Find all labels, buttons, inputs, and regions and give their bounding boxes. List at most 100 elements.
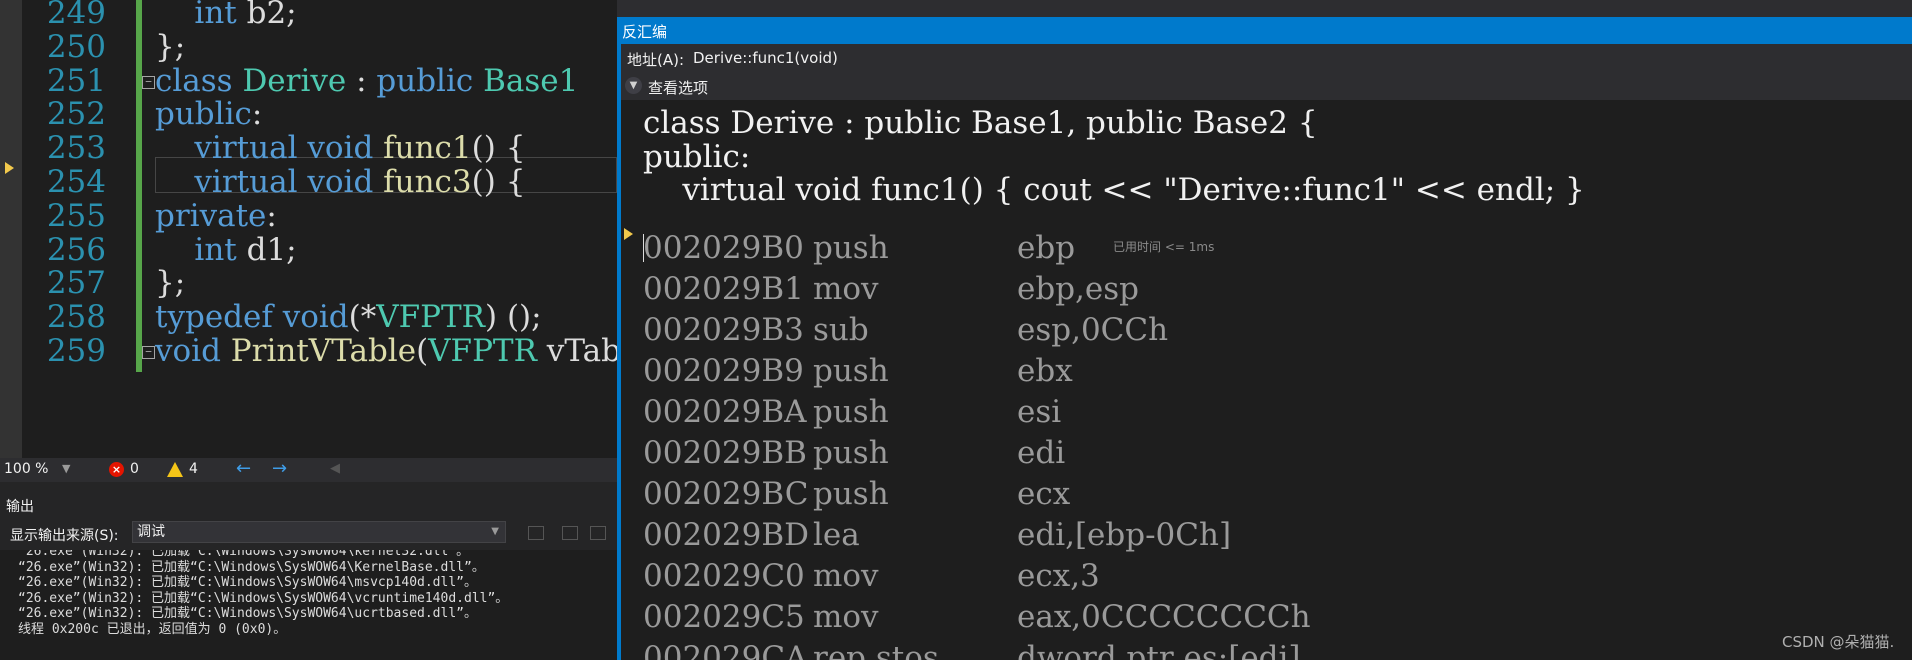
code-token: class [155,62,233,99]
instruction-operands: esi [1017,394,1062,430]
warning-count[interactable]: 4 [189,461,198,477]
elapsed-time-hint: 已用时间 <= 1ms [1113,240,1215,254]
source-editor[interactable]: 249 int b2; 250}; 251− class Derive : publi… [0,0,617,458]
code-token: virtual [194,130,298,167]
code-token: public [376,62,474,99]
output-source-select[interactable]: 调试 ▼ [132,521,506,543]
scroll-left-icon[interactable]: ◀ [330,461,340,476]
instruction-mnemonic: push [813,435,889,471]
instruction-operands: eax,0CCCCCCCCh [1017,599,1311,635]
glyph-margin[interactable] [0,0,22,458]
instruction-mnemonic: push [813,230,889,266]
window-border [617,44,621,660]
instruction-mnemonic: sub [813,312,869,348]
current-statement-arrow-icon [5,162,14,174]
instruction-mnemonic: push [813,476,889,512]
error-icon[interactable]: × [109,462,124,477]
code-token: typedef [155,299,273,336]
line-number: 259 [46,333,106,369]
code-token: void [282,299,349,336]
instruction-address: 002029BC [643,476,809,512]
code-token: private [155,197,267,234]
code-token: void [155,333,221,369]
instruction-mnemonic: push [813,353,889,389]
view-options-label[interactable]: 查看选项 [648,77,708,98]
code-token: ( [416,333,429,369]
code-token: func1 [383,130,472,167]
code-token: ) (); [485,299,542,336]
word-wrap-icon[interactable] [590,526,606,540]
instruction-operands: dword ptr es:[edi] [1017,640,1301,660]
output-line: 线程 0x200c 已退出，返回值为 0 (0x0)。 [18,621,287,637]
behind-window-strip [617,0,1912,17]
instruction-address: 002029B3 [643,312,804,348]
view-options-bar[interactable]: ▼ 查看选项 [617,72,1912,100]
navigate-forward-icon[interactable]: → [272,458,287,479]
watermark: CSDN @朵猫猫. [1782,633,1895,651]
instruction-address: 002029C5 [643,599,805,635]
output-text-area[interactable]: “26.exe”(Win32): 已加载“C:\Windows\SysWOW64… [0,550,617,660]
address-label: 地址(A): [627,51,685,69]
code-token: VFPTR [428,333,537,369]
instruction-mnemonic: push [813,394,889,430]
instruction-address: 002029B0 [643,230,804,266]
clear-all-icon[interactable] [562,526,578,540]
instruction-operands: ebx [1017,353,1073,389]
disassembly-window: 反汇编 地址(A): Derive::func1(void) ▼ 查看选项 cl… [617,0,1912,660]
code-token: (* [348,299,377,336]
instruction-address: 002029BD [643,517,809,553]
find-message-icon[interactable] [528,526,544,540]
instruction-address: 002029BA [643,394,807,430]
code-token: : [346,62,377,99]
instruction-operands: edi [1017,435,1066,471]
editor-status-strip: 100 % ▼ × 0 4 ← → ◀ [0,458,617,482]
instruction-address: 002029B9 [643,353,804,389]
disassembly-title-bar[interactable]: 反汇编 [617,17,1912,44]
code-token: func3 [383,164,472,200]
instruction-operands: esp,0CCh [1017,312,1169,348]
instruction-mnemonic: mov [813,271,879,307]
output-source-label: 显示输出来源(S): [10,528,119,544]
chevron-down-icon[interactable]: ▼ [625,77,642,94]
instruction-address: 002029C0 [643,558,805,594]
code-token: public [155,96,252,133]
instruction-mnemonic: mov [813,558,879,594]
code-token: : [266,197,277,234]
collapse-toggle-icon[interactable]: − [142,75,155,89]
current-instruction-arrow-icon [624,228,633,240]
code-token: int [194,231,237,268]
code-token: Derive [242,62,347,99]
code-token: }; [155,265,186,302]
chevron-down-icon: ▼ [491,526,499,537]
error-count[interactable]: 0 [130,461,139,477]
navigate-back-icon[interactable]: ← [236,458,251,479]
instruction-operands: edi,[ebp-0Ch] [1017,517,1232,553]
code-token: virtual [194,164,298,200]
instruction-operands: ebp [1017,230,1076,266]
collapse-toggle-icon[interactable]: − [142,346,155,359]
disassembly-title: 反汇编 [622,23,668,41]
instruction-mnemonic: mov [813,599,879,635]
instruction-mnemonic: rep stos [813,640,939,660]
code-token: vTab [536,333,617,369]
zoom-level[interactable]: 100 % [4,461,48,477]
code-token: : [251,96,263,133]
zoom-dropdown-icon[interactable]: ▼ [62,462,70,475]
warning-icon[interactable] [167,462,183,477]
address-bar: 地址(A): Derive::func1(void) [617,44,1912,72]
instruction-operands: ecx [1017,476,1071,512]
instruction-address: 002029CA [643,640,808,660]
code-token: PrintVTable [230,333,417,369]
address-input[interactable]: Derive::func1(void) [693,49,838,67]
output-source-value: 调试 [137,524,165,540]
